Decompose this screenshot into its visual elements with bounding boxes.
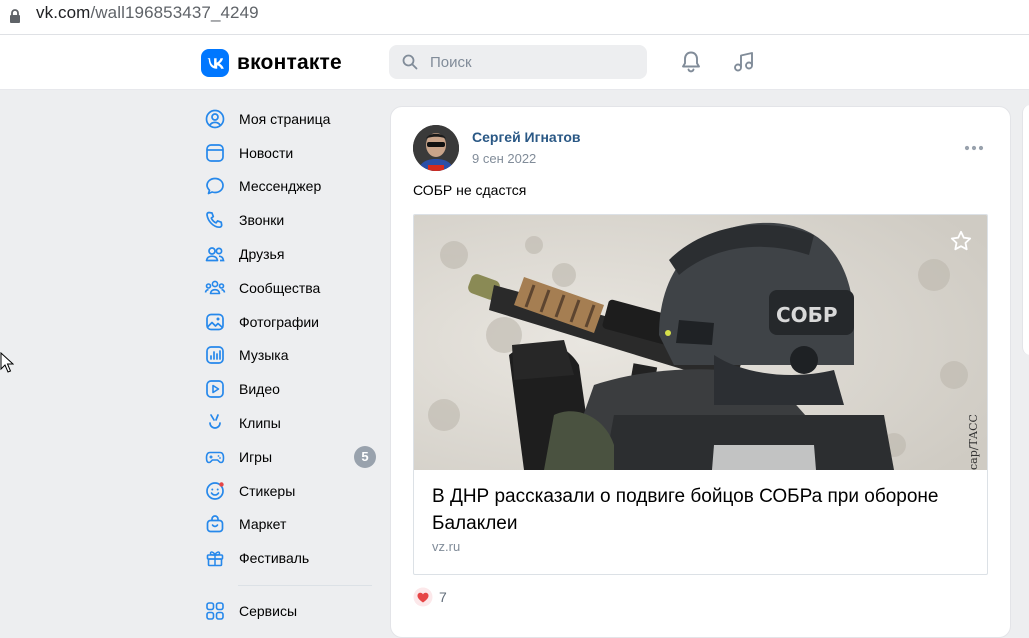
music-note-icon[interactable] bbox=[731, 49, 757, 75]
sidebar-item-label: Новости bbox=[239, 144, 294, 161]
bookmark-star-icon[interactable] bbox=[949, 229, 973, 253]
sidebar-item-games[interactable]: Игры 5 bbox=[200, 440, 378, 474]
sidebar-item-my-page[interactable]: Моя страница bbox=[200, 102, 378, 136]
photo-credit: сар/ТАСС bbox=[967, 414, 980, 470]
gamepad-icon bbox=[205, 451, 225, 464]
market-icon bbox=[206, 515, 224, 533]
post-date[interactable]: 9 сен 2022 bbox=[472, 151, 536, 166]
sidebar-item-label: Фестиваль bbox=[239, 550, 310, 567]
sidebar-item-news[interactable]: Новости bbox=[200, 136, 378, 170]
sidebar-item-calls[interactable]: Звонки bbox=[200, 203, 378, 237]
heart-icon bbox=[413, 587, 433, 607]
snippet-image: СОБР сар/ТАСС bbox=[414, 215, 987, 470]
sidebar-item-label: Музыка bbox=[239, 347, 289, 364]
user-circle-icon bbox=[205, 109, 225, 129]
post-text: СОБР не сдастся bbox=[413, 182, 527, 198]
helmet-patch-text: СОБР bbox=[776, 303, 838, 327]
search-icon bbox=[402, 54, 418, 70]
sidebar-item-label: Видео bbox=[239, 381, 280, 398]
link-snippet[interactable]: СОБР сар/ТАСС В ДНР рассказали о подвиге… bbox=[413, 214, 988, 575]
video-icon bbox=[206, 380, 224, 399]
sidebar-item-label: Моя страница bbox=[239, 110, 331, 127]
snippet-domain: vz.ru bbox=[432, 539, 461, 554]
music-icon bbox=[206, 346, 224, 365]
sidebar-item-market[interactable]: Маркет bbox=[200, 508, 378, 542]
post-author-link[interactable]: Сергей Игнатов bbox=[472, 129, 581, 145]
friends-icon bbox=[205, 247, 225, 262]
sidebar-item-label: Игры bbox=[239, 448, 273, 465]
logo-text: вконтакте bbox=[237, 51, 342, 74]
url-text: vk.com/wall196853437_4249 bbox=[36, 3, 259, 22]
like-button[interactable]: 7 bbox=[413, 587, 447, 607]
sidebar-item-clips[interactable]: Клипы bbox=[200, 406, 378, 440]
gift-icon bbox=[206, 551, 224, 567]
mouse-cursor-icon bbox=[0, 352, 14, 373]
sidebar-item-label: Клипы bbox=[239, 415, 281, 432]
sidebar-item-services[interactable]: Сервисы bbox=[200, 594, 378, 628]
sidebar-item-messenger[interactable]: Мессенджер bbox=[200, 170, 378, 204]
sidebar-item-stickers[interactable]: Стикеры bbox=[200, 474, 378, 508]
vk-logo-icon bbox=[201, 49, 229, 77]
more-options-icon[interactable] bbox=[964, 145, 984, 151]
services-grid-icon bbox=[206, 602, 224, 620]
message-icon bbox=[206, 178, 224, 195]
notifications-bell-icon[interactable] bbox=[678, 49, 704, 75]
sidebar-item-label: Мессенджер bbox=[239, 178, 322, 195]
browser-address-bar[interactable]: vk.com/wall196853437_4249 bbox=[0, 0, 1029, 35]
sidebar-item-friends[interactable]: Друзья bbox=[200, 237, 378, 271]
sidebar-item-label: Стикеры bbox=[239, 482, 296, 499]
communities-icon bbox=[204, 280, 226, 295]
search-box[interactable] bbox=[389, 45, 647, 79]
snippet-title[interactable]: В ДНР рассказали о подвиге бойцов СОБРа … bbox=[432, 483, 952, 537]
sidebar-item-label: Маркет bbox=[239, 516, 287, 533]
sidebar-item-label: Друзья bbox=[239, 246, 285, 263]
sidebar-item-label: Фотографии bbox=[239, 313, 320, 330]
search-input[interactable] bbox=[428, 52, 632, 72]
sidebar-item-music[interactable]: Музыка bbox=[200, 339, 378, 373]
avatar-image bbox=[413, 125, 459, 171]
clips-icon bbox=[209, 414, 221, 429]
sticker-icon bbox=[206, 481, 224, 500]
vk-logo[interactable]: вконтакте bbox=[201, 49, 342, 77]
sidebar-item-communities[interactable]: Сообщества bbox=[200, 271, 378, 305]
sidebar-item-video[interactable]: Видео bbox=[200, 372, 378, 406]
like-count: 7 bbox=[439, 589, 447, 605]
sidebar-item-festival[interactable]: Фестиваль bbox=[200, 541, 378, 575]
sidebar-item-photos[interactable]: Фотографии bbox=[200, 305, 378, 339]
phone-icon bbox=[206, 211, 223, 229]
author-avatar[interactable] bbox=[413, 125, 459, 171]
sidebar-item-label: Сервисы bbox=[239, 603, 298, 620]
news-icon bbox=[206, 143, 224, 162]
wall-post: Сергей Игнатов 9 сен 2022 СОБР не сдастс… bbox=[390, 106, 1011, 638]
left-sidebar-nav: Моя страница Новости Мессенджер Звонки Д… bbox=[200, 102, 378, 628]
photo-icon bbox=[206, 313, 224, 331]
sidebar-item-label: Звонки bbox=[239, 212, 285, 229]
sidebar-item-label: Сообщества bbox=[239, 279, 321, 296]
top-header: вконтакте bbox=[0, 35, 1029, 90]
games-count-badge: 5 bbox=[354, 445, 376, 468]
sidebar-divider bbox=[238, 585, 372, 587]
lock-icon bbox=[10, 9, 20, 23]
right-column-edge bbox=[1022, 105, 1029, 355]
